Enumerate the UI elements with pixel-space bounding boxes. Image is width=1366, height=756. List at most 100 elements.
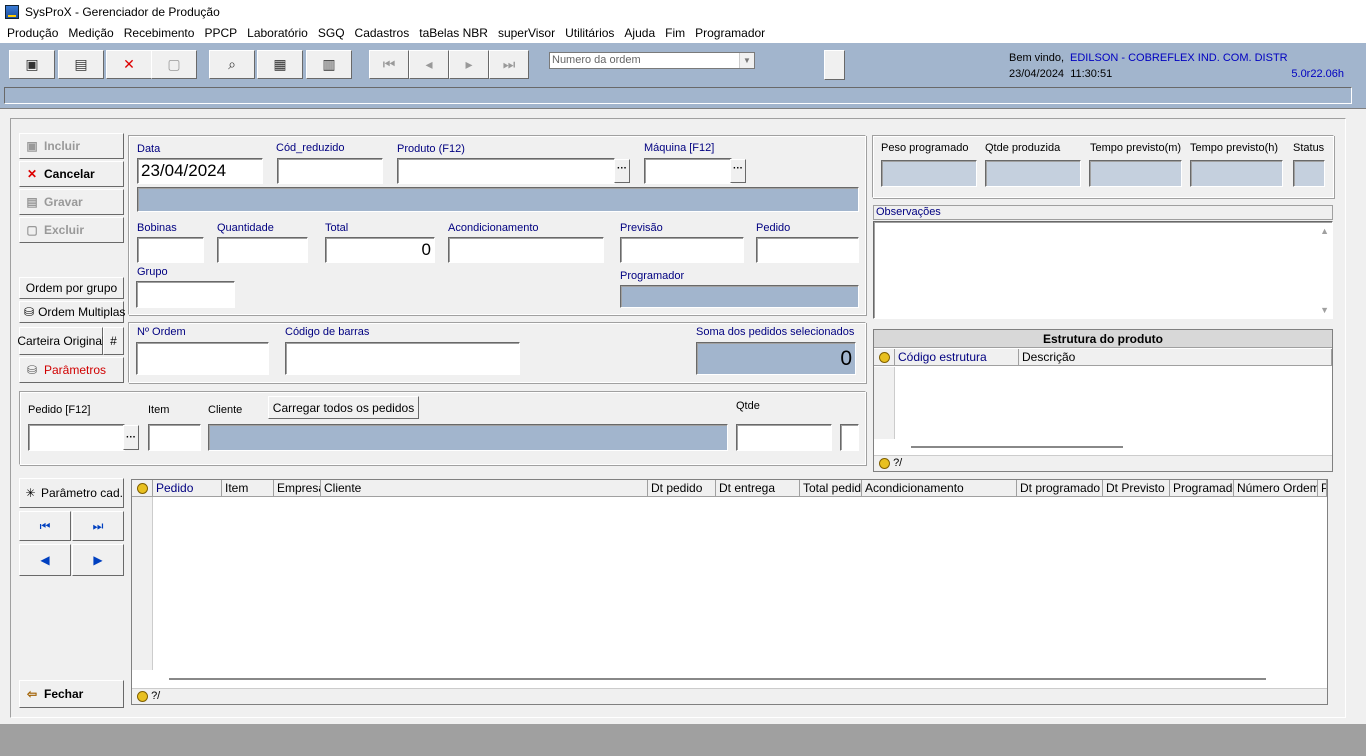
fechar-button[interactable]: ⇦ Fechar (19, 680, 124, 708)
produto-input[interactable] (397, 158, 615, 184)
col-p[interactable]: P (1318, 480, 1327, 496)
maquina-input[interactable] (644, 158, 732, 184)
menu-producao[interactable]: Produção (3, 26, 64, 40)
col-programado[interactable]: Programado (1170, 480, 1234, 496)
col-dt-entrega[interactable]: Dt entrega (716, 480, 800, 496)
menu-cadastros[interactable]: Cadastros (351, 26, 416, 40)
bobinas-label: Bobinas (137, 222, 177, 234)
pedido-f12-input[interactable] (28, 424, 125, 451)
col-cliente[interactable]: Cliente (321, 480, 648, 496)
small-toolbar-button[interactable] (824, 50, 845, 80)
scroll-up-icon[interactable]: ▲ (1320, 226, 1329, 236)
title-bar: SysProX - Gerenciador de Produção (0, 0, 1366, 23)
qtde-extra-input[interactable] (840, 424, 859, 451)
carteira-original-button[interactable]: Carteira Original (17, 327, 105, 355)
report-button[interactable]: ▥ (306, 50, 352, 79)
pedido-input[interactable] (756, 237, 859, 263)
previsao-input[interactable] (620, 237, 744, 263)
pedido-lookup-button[interactable]: ··· (123, 425, 139, 450)
col-empresa[interactable]: Empresa (274, 480, 321, 496)
menu-supervisor[interactable]: superVisor (494, 26, 561, 40)
quantidade-input[interactable] (217, 237, 308, 263)
menu-recebimento[interactable]: Recebimento (120, 26, 201, 40)
ordem-por-grupo-button[interactable]: Ordem por grupo (19, 277, 124, 299)
first-record-button[interactable]: ⏮ (369, 50, 409, 79)
welcome-text: Bem vindo, EDILSON - COBREFLEX IND. COM. … (1009, 52, 1288, 64)
menu-utilitarios[interactable]: Utilitários (561, 26, 620, 40)
col-descricao[interactable]: Descrição (1019, 349, 1332, 365)
total-input[interactable]: 0 (325, 237, 435, 263)
orders-hscroll[interactable] (169, 678, 1266, 680)
tempo-previsto-h-label: Tempo previsto(h) (1190, 142, 1279, 154)
col-codigo-estrutura[interactable]: Código estrutura (895, 349, 1019, 365)
acondicionamento-input[interactable] (448, 237, 604, 263)
cliente-label: Cliente (208, 404, 243, 416)
menu-ajuda[interactable]: Ajuda (620, 26, 661, 40)
bobinas-input[interactable] (137, 237, 204, 263)
soma-pedidos-value: 0 (840, 346, 852, 370)
produto-lookup-button[interactable]: ··· (614, 159, 630, 183)
first-icon: ⏮ (39, 518, 51, 533)
estrutura-hscroll[interactable] (911, 446, 1123, 448)
next-record-button[interactable]: ▸ (449, 50, 489, 79)
col-dt-previsto[interactable]: Dt Previsto (1103, 480, 1170, 496)
emoji-icon (132, 480, 153, 496)
grid-last-button[interactable]: ⏭ (72, 511, 124, 541)
orders-grid[interactable]: Pedido Item Empresa Cliente Dt pedido Dt… (131, 479, 1328, 705)
order-number-combo[interactable]: Numero da ordem ▼ (549, 52, 755, 69)
item-input[interactable] (148, 424, 201, 451)
col-dt-programado[interactable]: Dt programado (1017, 480, 1103, 496)
next-icon: ▶ (93, 553, 103, 567)
col-numero-ordem[interactable]: Número Ordem (1234, 480, 1318, 496)
cod-reduzido-input[interactable] (277, 158, 383, 184)
cliente-field (208, 424, 728, 451)
col-dt-pedido[interactable]: Dt pedido (648, 480, 716, 496)
ordem-multiplas-button[interactable]: ⛁ Ordem Multiplas (19, 301, 125, 323)
delete-button[interactable]: ▢ (151, 50, 197, 79)
qtde-input[interactable] (736, 424, 832, 451)
col-pedido[interactable]: Pedido (153, 480, 222, 496)
col-total-pedido[interactable]: Total pedido (800, 480, 862, 496)
data-input[interactable]: 23/04/2024 (137, 158, 263, 184)
carregar-pedidos-button[interactable]: Carregar todos os pedidos (268, 396, 419, 419)
grid-button[interactable]: ▦ (257, 50, 303, 79)
prev-record-button[interactable]: ◂ (409, 50, 449, 79)
status-field (1293, 160, 1325, 187)
cancelar-button[interactable]: ✕ Cancelar (19, 161, 124, 187)
parametro-cad-button[interactable]: ✳ Parâmetro cad. (19, 478, 124, 508)
grid-first-button[interactable]: ⏮ (19, 511, 71, 541)
grid-prev-button[interactable]: ◀ (19, 544, 71, 576)
estrutura-grid[interactable]: Estrutura do produto Código estrutura De… (873, 329, 1333, 472)
last-record-button[interactable]: ⏭ (489, 50, 529, 79)
grid-next-button[interactable]: ▶ (72, 544, 124, 576)
n-ordem-input[interactable] (136, 342, 269, 375)
excluir-button[interactable]: ▢ Excluir (19, 217, 124, 243)
menu-programador[interactable]: Programador (691, 26, 771, 40)
search-button[interactable]: ⌕ (209, 50, 255, 79)
incluir-button[interactable]: ▣ Incluir (19, 133, 124, 159)
menu-ppcp[interactable]: PPCP (200, 26, 243, 40)
cancel-button[interactable]: ✕ (106, 50, 152, 79)
grupo-input[interactable] (136, 281, 235, 308)
menu-laboratorio[interactable]: Laboratório (243, 26, 314, 40)
first-icon: ⏮ (382, 56, 396, 72)
menu-medicao[interactable]: Medição (64, 26, 119, 40)
delete-icon: ▢ (26, 223, 38, 237)
maquina-lookup-button[interactable]: ··· (730, 159, 746, 183)
new-button[interactable]: ▣ (9, 50, 55, 79)
door-icon: ⇦ (26, 687, 38, 701)
asterisk-icon: ✳ (25, 486, 36, 500)
menu-fim[interactable]: Fim (661, 26, 691, 40)
parametros-button[interactable]: ⛁ Parâmetros (19, 357, 124, 383)
menu-tabelas-nbr[interactable]: taBelas NBR (415, 26, 494, 40)
menu-sgq[interactable]: SGQ (314, 26, 351, 40)
col-item[interactable]: Item (222, 480, 274, 496)
scroll-down-icon[interactable]: ▼ (1320, 305, 1329, 315)
codigo-barras-input[interactable] (285, 342, 520, 375)
chevron-down-icon[interactable]: ▼ (739, 53, 754, 68)
col-acondicionamento[interactable]: Acondicionamento (862, 480, 1017, 496)
observacoes-textarea[interactable]: ▲ ▼ (873, 221, 1333, 319)
gravar-button[interactable]: ▤ Gravar (19, 189, 124, 215)
hash-button[interactable]: # (103, 327, 124, 355)
save-button[interactable]: ▤ (58, 50, 104, 79)
